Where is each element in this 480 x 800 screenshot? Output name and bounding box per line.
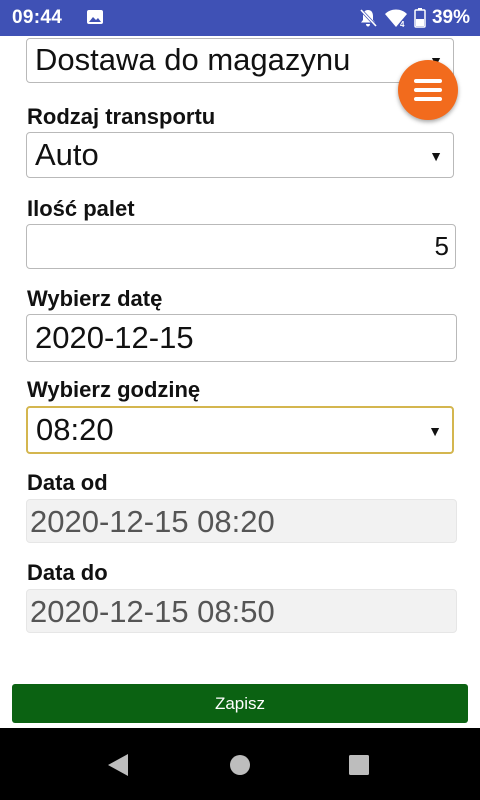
back-icon[interactable] [106, 752, 130, 778]
hour-value: 08:20 [36, 412, 114, 447]
home-icon[interactable] [229, 754, 251, 776]
hamburger-icon [414, 79, 442, 83]
svg-text:4: 4 [400, 20, 405, 28]
status-bar: 09:44 4 39% [0, 0, 480, 36]
menu-button[interactable] [398, 60, 458, 120]
caret-down-icon: ▼ [429, 148, 443, 164]
mute-bell-icon [359, 8, 378, 28]
gallery-icon [87, 10, 103, 24]
date-from-value: 2020-12-15 08:20 [30, 504, 275, 539]
hour-label: Wybierz godzinę [27, 377, 201, 402]
pallets-label: Ilość palet [27, 196, 135, 221]
status-icons: 4 39% [358, 7, 470, 29]
date-to-field: 2020-12-15 08:50 [26, 589, 457, 633]
recents-icon[interactable] [348, 754, 370, 776]
hour-select[interactable]: 08:20 ▼ [26, 406, 454, 454]
date-to-label: Data do [27, 560, 108, 585]
pallets-input[interactable]: 5 [26, 224, 456, 269]
wifi-icon: 4 [384, 9, 407, 28]
transport-select[interactable]: Auto ▼ [26, 132, 454, 178]
status-time: 09:44 [12, 7, 63, 28]
battery-icon [414, 8, 426, 28]
delivery-type-value: Dostawa do magazynu [35, 42, 351, 77]
transport-value: Auto [35, 137, 99, 172]
date-from-field: 2020-12-15 08:20 [26, 499, 457, 543]
hamburger-icon-line [414, 88, 442, 92]
booking-form: Dostawa do magazynu ▼ Rodzaj transportu … [0, 36, 480, 728]
date-input[interactable]: 2020-12-15 [26, 314, 457, 362]
date-label: Wybierz datę [27, 286, 163, 311]
navigation-bar [0, 728, 480, 800]
date-from-label: Data od [27, 470, 108, 495]
date-value: 2020-12-15 [35, 320, 194, 355]
caret-down-icon: ▼ [428, 423, 442, 439]
hamburger-icon-line [414, 97, 442, 101]
date-to-value: 2020-12-15 08:50 [30, 594, 275, 629]
delivery-type-select[interactable]: Dostawa do magazynu ▼ [26, 38, 454, 83]
battery-percent: 39% [431, 7, 470, 28]
transport-label: Rodzaj transportu [27, 104, 216, 129]
pallets-value: 5 [434, 231, 449, 261]
save-button[interactable]: Zapisz [12, 684, 468, 723]
